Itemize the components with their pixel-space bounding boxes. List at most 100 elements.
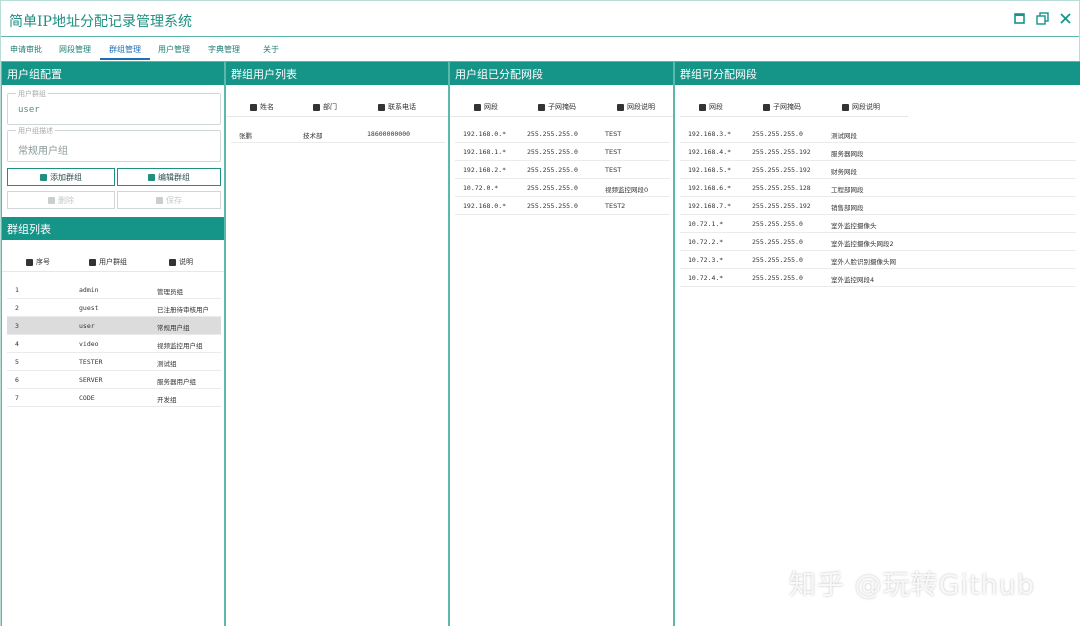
tab-about[interactable]: 关于 [263, 44, 279, 55]
assigned-segment-row[interactable]: 10.72.0.* 255.255.255.0 视频监控网段0 [455, 179, 670, 197]
group-row[interactable]: 3 user 常规用户组 [7, 317, 221, 335]
available-desc: 室外监控网段4 [831, 276, 875, 284]
save-label: 保存 [166, 195, 182, 205]
tab-approval[interactable]: 申请审批 [10, 44, 42, 55]
col-segment: 网段 [474, 102, 498, 112]
user-row-name: 张鹏 [239, 132, 252, 140]
group-row-desc: 服务器用户组 [157, 378, 196, 386]
col-segment-label: 网段 [484, 103, 498, 111]
available-mask: 255.255.255.0 [752, 256, 803, 264]
group-row-name: SERVER [79, 376, 103, 384]
available-mask: 255.255.255.192 [752, 166, 811, 174]
col-avail-desc-label: 网段说明 [852, 103, 880, 111]
col-phone-label: 联系电话 [388, 103, 416, 111]
add-group-label: 添加群组 [50, 172, 82, 182]
group-desc-field[interactable]: 用户组描述 常规用户组 [7, 126, 221, 162]
assigned-mask: 255.255.255.0 [527, 184, 578, 192]
group-row-index: 2 [15, 304, 19, 312]
tab-user-management[interactable]: 用户管理 [158, 44, 190, 55]
available-segments-panel: 群组可分配网段 网段 子网掩码 网段说明 192.168.3.* 255.255.… [674, 61, 1080, 626]
col-mask-label: 子网掩码 [548, 103, 576, 111]
col-mask: 子网掩码 [538, 102, 576, 112]
available-segment-row[interactable]: 10.72.3.* 255.255.255.0 室外人脸识别摄像头网 [680, 251, 1076, 269]
group-row-index: 1 [15, 286, 19, 294]
assigned-desc: 视频监控网段0 [605, 186, 649, 194]
group-row[interactable]: 4 video 视频监控用户组 [7, 335, 221, 353]
assigned-segment-row[interactable]: 192.168.1.* 255.255.255.0 TEST [455, 143, 670, 161]
group-row[interactable]: 2 guest 已注册待审核用户 [7, 299, 221, 317]
delete-icon [48, 196, 55, 204]
assigned-mask: 255.255.255.0 [527, 166, 578, 174]
col-desc-label: 说明 [179, 258, 193, 266]
available-mask: 255.255.255.0 [752, 238, 803, 246]
group-row-name: guest [79, 304, 99, 312]
document-icon [617, 103, 624, 111]
group-row-desc: 测试组 [157, 360, 177, 368]
tab-group-management[interactable]: 群组管理 [109, 44, 141, 55]
assigned-segment-row[interactable]: 192.168.2.* 255.255.255.0 TEST [455, 161, 670, 179]
group-name-legend: 用户群组 [16, 89, 48, 99]
assigned-desc: TEST [605, 148, 622, 156]
col-group-label: 用户群组 [99, 258, 127, 266]
available-desc: 销售部网段 [831, 204, 864, 212]
close-icon[interactable] [1058, 11, 1073, 26]
group-row[interactable]: 6 SERVER 服务器用户组 [7, 371, 221, 389]
available-segment-row[interactable]: 192.168.6.* 255.255.255.128 工程部网段 [680, 179, 1076, 197]
assigned-segments-table-header: 网段 子网掩码 网段说明 [450, 97, 673, 117]
group-row-name: video [79, 340, 99, 348]
network-icon [474, 103, 481, 111]
maximize-icon[interactable] [1012, 11, 1027, 26]
edit-group-button[interactable]: 编辑群组 [117, 168, 221, 186]
available-segment-row[interactable]: 192.168.5.* 255.255.255.192 财务网段 [680, 161, 1076, 179]
assigned-segment-row[interactable]: 192.168.0.* 255.255.255.0 TEST2 [455, 197, 670, 215]
available-segment-row[interactable]: 10.72.4.* 255.255.255.0 室外监控网段4 [680, 269, 1076, 287]
available-segment: 10.72.1.* [688, 220, 724, 228]
group-name-field[interactable]: 用户群组 user [7, 89, 221, 125]
group-users-panel: 群组用户列表 姓名 部门 联系电话 张鹏 技术部 18600000000 [225, 61, 449, 626]
available-segment-row[interactable]: 10.72.2.* 255.255.255.0 室外监控摄像头网段2 [680, 233, 1076, 251]
user-row[interactable]: 张鹏 技术部 18600000000 [231, 125, 445, 143]
group-row-desc: 视频监控用户组 [157, 342, 203, 350]
available-segment-row[interactable]: 10.72.1.* 255.255.255.0 室外监控摄像头 [680, 215, 1076, 233]
available-segment: 192.168.4.* [688, 148, 732, 156]
assigned-desc: TEST [605, 166, 622, 174]
available-segments-header: 群组可分配网段 [675, 62, 1080, 85]
group-desc-value: 常规用户组 [18, 146, 68, 157]
available-mask: 255.255.255.192 [752, 202, 811, 210]
tab-dictionary-management[interactable]: 字典管理 [208, 44, 240, 55]
assigned-segment-row[interactable]: 192.168.0.* 255.255.255.0 TEST [455, 125, 670, 143]
available-segment: 10.72.3.* [688, 256, 724, 264]
number-icon [26, 258, 33, 266]
group-desc-legend: 用户组描述 [16, 126, 55, 136]
group-row[interactable]: 7 CODE 开发组 [7, 389, 221, 407]
tab-segment-management[interactable]: 网段管理 [59, 44, 91, 55]
delete-button[interactable]: 删除 [7, 191, 115, 209]
group-row[interactable]: 5 TESTER 测试组 [7, 353, 221, 371]
available-segment-row[interactable]: 192.168.4.* 255.255.255.192 服务器网段 [680, 143, 1076, 161]
active-tab-indicator [100, 58, 150, 60]
mask-icon [763, 103, 770, 111]
available-segment-row[interactable]: 192.168.3.* 255.255.255.0 测试网段 [680, 125, 1076, 143]
assigned-segment: 192.168.0.* [463, 202, 507, 210]
available-segment: 10.72.4.* [688, 274, 724, 282]
col-index: 序号 [26, 257, 50, 267]
add-group-button[interactable]: 添加群组 [7, 168, 115, 186]
mask-icon [538, 103, 545, 111]
phone-icon [378, 103, 385, 111]
available-segment: 192.168.3.* [688, 130, 732, 138]
edit-icon [148, 173, 155, 181]
restore-icon[interactable] [1035, 11, 1050, 26]
col-avail-segment-label: 网段 [709, 103, 723, 111]
assigned-segment: 192.168.0.* [463, 130, 507, 138]
col-avail-mask: 子网掩码 [763, 102, 801, 112]
assigned-mask: 255.255.255.0 [527, 130, 578, 138]
group-row[interactable]: 1 admin 管理员组 [7, 281, 221, 299]
watermark: 知乎 @玩转Github [789, 570, 1035, 601]
delete-label: 删除 [58, 195, 74, 205]
save-button[interactable]: 保存 [117, 191, 221, 209]
assigned-desc: TEST [605, 130, 622, 138]
available-segment-row[interactable]: 192.168.7.* 255.255.255.192 销售部网段 [680, 197, 1076, 215]
group-row-index: 7 [15, 394, 19, 402]
available-desc: 工程部网段 [831, 186, 864, 194]
available-mask: 255.255.255.0 [752, 274, 803, 282]
